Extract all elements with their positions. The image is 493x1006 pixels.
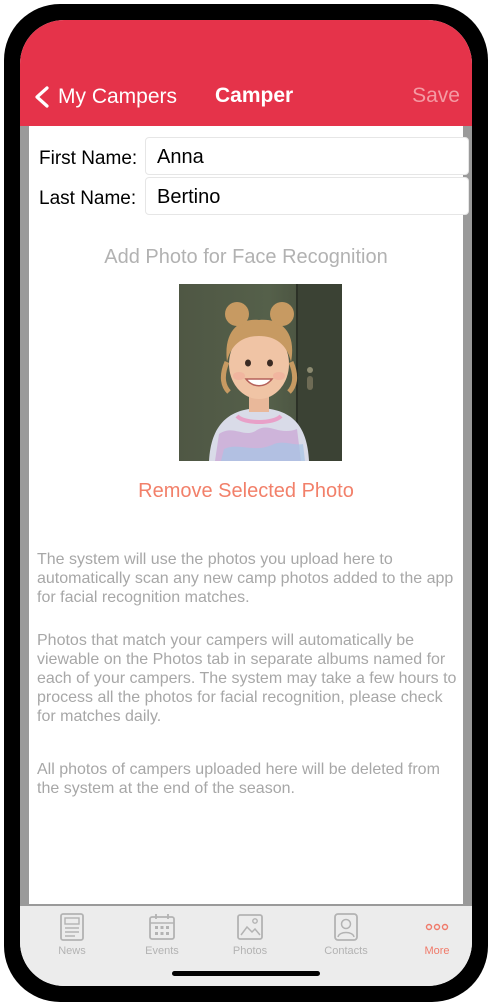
last-name-field[interactable]: Bertino <box>145 177 469 215</box>
first-name-field[interactable]: Anna <box>145 137 469 175</box>
contact-icon <box>334 913 358 941</box>
back-button[interactable]: My Campers <box>34 82 177 112</box>
save-button[interactable]: Save <box>412 84 460 108</box>
calendar-icon <box>149 914 175 940</box>
tab-news[interactable]: News <box>32 912 112 957</box>
tab-label: Photos <box>232 945 268 957</box>
back-label: My Campers <box>58 85 178 108</box>
tab-more[interactable]: More <box>397 912 472 957</box>
tab-label: More <box>424 945 450 957</box>
camper-photo[interactable] <box>179 284 342 461</box>
first-name-label: First Name: <box>39 148 138 169</box>
tab-label: Events <box>145 945 179 957</box>
tab-events[interactable]: Events <box>122 912 202 957</box>
phone-frame: My Campers Camper Save First Name: Anna … <box>4 4 488 1002</box>
info-text-2: Photos that match your campers will auto… <box>37 632 457 725</box>
camper-form-card: First Name: Anna Last Name: Bertino Add … <box>29 126 469 904</box>
info-text-1: The system will use the photos you uploa… <box>37 551 454 606</box>
nav-bar: My Campers Camper Save <box>20 20 472 126</box>
info-text-3: All photos of campers uploaded here will… <box>37 761 440 797</box>
home-indicator <box>172 971 320 976</box>
chevron-left-icon <box>35 86 49 108</box>
more-icon <box>425 923 449 931</box>
tab-label: News <box>58 945 86 957</box>
screen: My Campers Camper Save First Name: Anna … <box>20 20 472 986</box>
add-photo-button[interactable]: Add Photo for Face Recognition <box>29 246 463 269</box>
last-name-label: Last Name: <box>39 188 137 209</box>
tab-contacts[interactable]: Contacts <box>306 912 386 957</box>
content-area: First Name: Anna Last Name: Bertino Add … <box>20 126 472 906</box>
remove-photo-button[interactable]: Remove Selected Photo <box>29 480 463 503</box>
page-title: Camper <box>215 84 294 107</box>
news-icon <box>60 913 84 941</box>
photo-icon <box>237 914 263 940</box>
tab-photos[interactable]: Photos <box>210 912 290 957</box>
tab-label: Contacts <box>324 945 368 957</box>
tab-bar: News Events Photos Contacts More <box>20 906 472 986</box>
